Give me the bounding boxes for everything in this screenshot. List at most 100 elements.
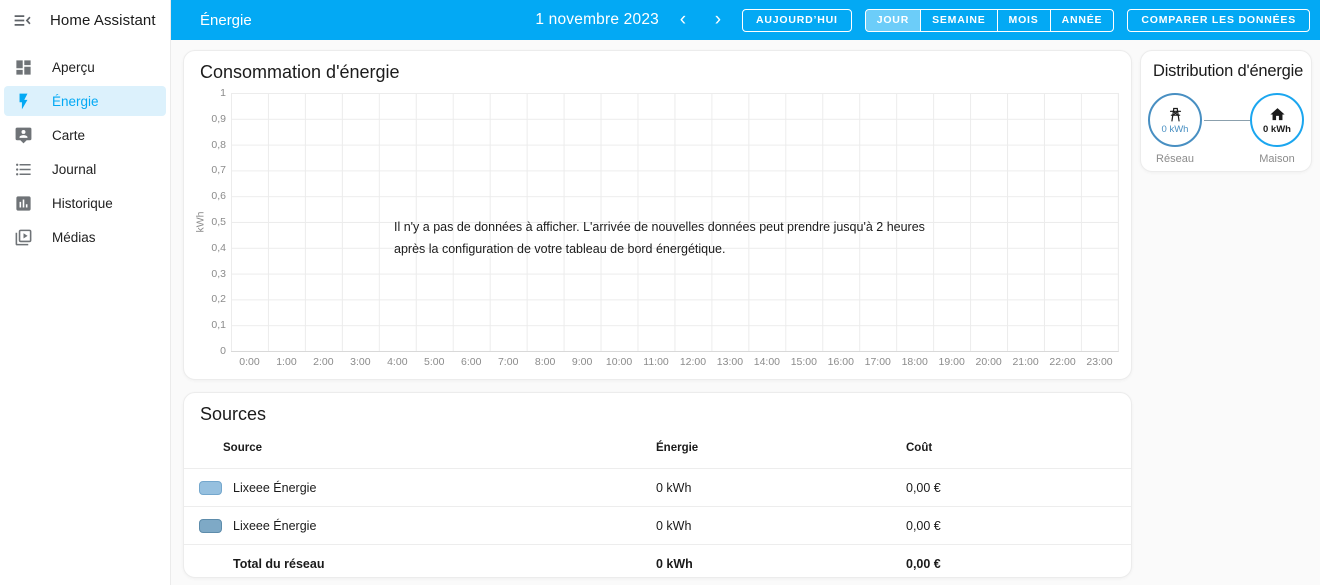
- header-controls: 1 novembre 2023 ‹ › AUJOURD’HUI JOUR SEMA…: [535, 8, 1320, 32]
- y-tick: 0,1: [211, 319, 226, 332]
- sidebar: Home Assistant Aperçu Énergie Carte Journal…: [0, 0, 171, 585]
- y-tick: 0,4: [211, 241, 226, 254]
- sources-card-title: Sources: [200, 404, 267, 424]
- source-energy-value: 0 kWh: [656, 480, 692, 495]
- period-button-semaine[interactable]: SEMAINE: [920, 9, 996, 31]
- x-axis-ticks: 0:00 1:00 2:00 3:00 4:00 5:00 6:00 7:00 8:00 9:00…: [231, 356, 1118, 372]
- x-tick: 7:00: [497, 356, 519, 368]
- app-title: Home Assistant: [50, 11, 156, 29]
- period-button-mois[interactable]: MOIS: [996, 9, 1050, 31]
- column-header-energy: Énergie: [656, 441, 699, 454]
- home-node-label: Maison: [1259, 153, 1295, 165]
- home-icon: [1269, 107, 1285, 120]
- transmission-tower-icon: [1169, 107, 1181, 121]
- x-tick: 17:00: [864, 356, 891, 368]
- energy-distribution-card: Distribution d'énergie 0 kWh 0 kWh Résea…: [1140, 50, 1312, 172]
- chevron-right-icon[interactable]: ›: [707, 10, 729, 30]
- y-tick: 0,6: [211, 190, 226, 203]
- chevron-left-icon[interactable]: ‹: [672, 10, 694, 30]
- source-name-cell: Total du réseau: [184, 557, 656, 571]
- source-color-swatch: [199, 480, 222, 495]
- x-tick: 9:00: [571, 356, 593, 368]
- sidebar-menu: Aperçu Énergie Carte Journal Historique Média…: [0, 40, 170, 252]
- x-tick: 12:00: [679, 356, 707, 368]
- y-tick: 0,3: [211, 267, 226, 280]
- x-tick: 4:00: [387, 356, 408, 368]
- sidebar-item-apercu[interactable]: Aperçu: [4, 52, 166, 82]
- energy-consumption-card: Consommation d'énergie kWh 1 0,9 0,8 0,7 0,6…: [183, 50, 1132, 380]
- sidebar-item-medias[interactable]: Médias: [4, 222, 166, 252]
- sidebar-item-label: Énergie: [52, 93, 99, 109]
- x-tick: 6:00: [461, 356, 482, 368]
- period-button-group: JOUR SEMAINE MOIS ANNÉE: [864, 8, 1115, 32]
- source-name: Total du réseau: [233, 556, 325, 571]
- sources-card: Sources Source Énergie Coût Lixeee Énerg…: [183, 392, 1132, 578]
- x-tick: 14:00: [753, 356, 781, 368]
- distribution-diagram: 0 kWh 0 kWh Réseau Maison: [1141, 93, 1311, 168]
- source-row[interactable]: Lixeee Énergie 0 kWh 0,00 €: [184, 506, 1131, 544]
- x-tick: 15:00: [790, 356, 817, 368]
- home-node[interactable]: 0 kWh: [1250, 93, 1304, 147]
- home-value: 0 kWh: [1263, 123, 1291, 135]
- y-tick: 0,2: [211, 293, 226, 306]
- source-name: Lixeee Énergie: [233, 480, 317, 495]
- y-tick: 0,7: [211, 164, 226, 177]
- sidebar-item-energie[interactable]: Énergie: [4, 86, 166, 116]
- source-name-cell: Lixeee Énergie: [184, 480, 656, 495]
- x-tick: 0:00: [239, 356, 260, 368]
- sidebar-item-historique[interactable]: Historique: [4, 188, 166, 218]
- date-label: 1 novembre 2023: [535, 11, 659, 28]
- x-tick: 13:00: [716, 356, 744, 368]
- sources-table-body: Lixeee Énergie 0 kWh 0,00 € Lixeee Énergie 0…: [184, 468, 1131, 582]
- sidebar-item-carte[interactable]: Carte: [4, 120, 166, 150]
- x-tick: 22:00: [1049, 356, 1076, 368]
- sidebar-item-label: Journal: [52, 161, 97, 177]
- today-button[interactable]: AUJOURD’HUI: [741, 8, 852, 32]
- source-row[interactable]: Lixeee Énergie 0 kWh 0,00 €: [184, 468, 1131, 506]
- grid-node[interactable]: 0 kWh: [1148, 93, 1202, 147]
- period-button-annee[interactable]: ANNÉE: [1049, 9, 1114, 31]
- format-list-bulleted-icon: [13, 159, 33, 179]
- x-tick: 10:00: [605, 356, 633, 368]
- grid-node-label: Réseau: [1156, 153, 1194, 165]
- source-color-swatch: [199, 518, 222, 533]
- view-dashboard-icon: [13, 57, 33, 77]
- x-tick: 21:00: [1012, 356, 1039, 368]
- compare-data-button[interactable]: COMPARER LES DONNÉES: [1127, 8, 1310, 32]
- sidebar-item-label: Historique: [52, 195, 113, 211]
- period-button-jour[interactable]: JOUR: [865, 9, 921, 31]
- sidebar-item-label: Aperçu: [52, 59, 95, 75]
- x-tick: 20:00: [975, 356, 1002, 368]
- source-row[interactable]: Total du réseau 0 kWh 0,00 €: [184, 544, 1131, 582]
- menu-toggle-icon[interactable]: [11, 9, 33, 31]
- x-tick: 16:00: [827, 356, 854, 368]
- sidebar-item-label: Carte: [52, 127, 86, 143]
- sidebar-header: Home Assistant: [0, 0, 170, 40]
- grid-to-home-link: [1204, 120, 1250, 121]
- sidebar-item-journal[interactable]: Journal: [4, 154, 166, 184]
- x-tick: 3:00: [350, 356, 371, 368]
- source-cost-value: 0,00 €: [906, 480, 941, 495]
- x-tick: 11:00: [643, 356, 669, 368]
- grid-value: 0 kWh: [1161, 123, 1189, 135]
- consumption-card-title: Consommation d'énergie: [200, 62, 400, 82]
- y-tick: 0,9: [211, 112, 226, 125]
- x-tick: 23:00: [1086, 356, 1113, 368]
- column-header-cost: Coût: [906, 441, 933, 454]
- source-cost-value: 0,00 €: [906, 556, 941, 571]
- source-name: Lixeee Énergie: [233, 518, 317, 533]
- x-tick: 18:00: [901, 356, 928, 368]
- x-tick: 1:00: [276, 356, 297, 368]
- source-cost-value: 0,00 €: [906, 518, 941, 533]
- flash-icon: [13, 91, 33, 111]
- y-tick: 0,5: [211, 216, 226, 228]
- x-tick: 5:00: [424, 356, 445, 368]
- x-tick: 2:00: [313, 356, 334, 368]
- play-box-multiple-icon: [13, 227, 33, 247]
- x-tick: 19:00: [938, 356, 965, 368]
- y-tick: 0: [220, 345, 226, 357]
- consumption-chart-plot-area[interactable]: Il n'y a pas de données à afficher. L'ar…: [231, 93, 1119, 352]
- y-axis-ticks: 1 0,9 0,8 0,7 0,6 0,5 0,4 0,3 0,2 0,1 0: [184, 87, 226, 357]
- source-energy-value: 0 kWh: [656, 556, 693, 571]
- chart-box-icon: [13, 193, 33, 213]
